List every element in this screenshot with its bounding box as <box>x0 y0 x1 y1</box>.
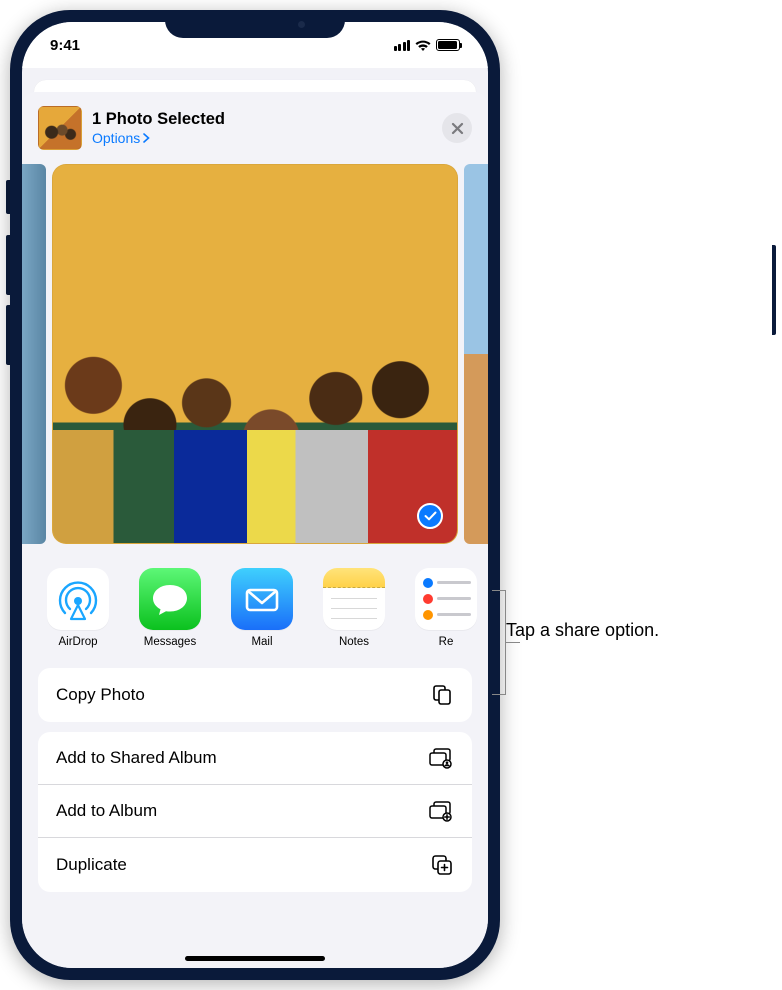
messages-icon <box>139 568 201 630</box>
home-indicator[interactable] <box>185 956 325 961</box>
callout-stem <box>506 642 520 643</box>
selected-badge[interactable] <box>417 503 443 529</box>
app-label: Messages <box>144 636 196 648</box>
add-to-album-action[interactable]: Add to Album <box>38 784 472 837</box>
close-button[interactable] <box>442 113 472 143</box>
callout-bracket <box>492 590 506 695</box>
preview-next-peek[interactable] <box>464 164 488 544</box>
phone-frame: 9:41 1 Photo Selected Options <box>10 10 500 980</box>
notch <box>165 10 345 38</box>
screen: 9:41 1 Photo Selected Options <box>22 22 488 968</box>
battery-icon <box>436 39 460 51</box>
close-icon <box>451 122 464 135</box>
copy-icon <box>430 683 454 707</box>
airdrop-icon <box>47 568 109 630</box>
shared-album-icon <box>428 747 454 769</box>
share-sheet-header: 1 Photo Selected Options <box>22 92 488 160</box>
action-label: Duplicate <box>56 855 127 875</box>
options-link-label: Options <box>92 130 140 146</box>
wifi-icon <box>415 39 431 51</box>
chevron-right-icon <box>143 133 150 143</box>
options-link[interactable]: Options <box>92 130 432 146</box>
status-time: 9:41 <box>50 37 80 54</box>
action-label: Add to Shared Album <box>56 748 217 768</box>
mail-icon <box>231 568 293 630</box>
mail-app[interactable]: Mail <box>218 568 306 648</box>
cellular-icon <box>394 40 411 51</box>
notes-icon <box>323 568 385 630</box>
app-label: Mail <box>251 636 272 648</box>
airdrop-app[interactable]: AirDrop <box>34 568 122 648</box>
share-apps-row[interactable]: AirDrop Messages <box>22 560 488 648</box>
reminders-icon <box>415 568 477 630</box>
add-album-icon <box>428 800 454 822</box>
checkmark-icon <box>424 511 437 521</box>
action-label: Copy Photo <box>56 685 145 705</box>
status-indicators <box>394 39 461 51</box>
app-label: AirDrop <box>59 636 98 648</box>
share-sheet-title: 1 Photo Selected <box>92 110 432 129</box>
app-label: Notes <box>339 636 369 648</box>
preview-prev-peek[interactable] <box>22 164 46 544</box>
callout-text: Tap a share option. <box>506 620 659 641</box>
messages-app[interactable]: Messages <box>126 568 214 648</box>
preview-strip[interactable] <box>22 160 488 560</box>
duplicate-icon <box>430 853 454 877</box>
app-label: Re <box>439 636 454 648</box>
preview-selected-photo[interactable] <box>52 164 458 544</box>
action-label: Add to Album <box>56 801 157 821</box>
copy-photo-action[interactable]: Copy Photo <box>38 668 472 722</box>
duplicate-action[interactable]: Duplicate <box>38 837 472 892</box>
add-to-shared-album-action[interactable]: Add to Shared Album <box>38 732 472 784</box>
reminders-app[interactable]: Re <box>402 568 488 648</box>
photo-content <box>53 165 457 543</box>
selection-thumbnail[interactable] <box>38 106 82 150</box>
action-list: Copy Photo Add to Shared Album <box>38 668 472 892</box>
notes-app[interactable]: Notes <box>310 568 398 648</box>
share-sheet: 1 Photo Selected Options <box>22 92 488 968</box>
